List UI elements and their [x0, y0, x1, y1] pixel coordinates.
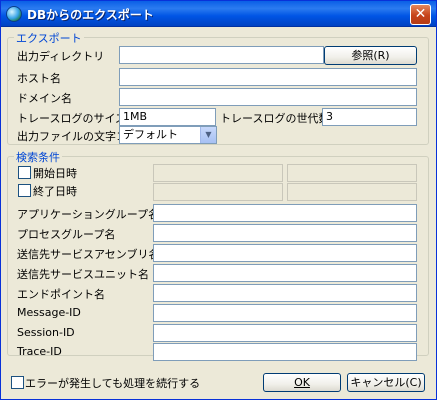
output-dir-label: 出力ディレクトリ: [17, 50, 105, 63]
cancel-button[interactable]: キャンセル(C): [347, 373, 425, 392]
close-button[interactable]: ✕: [410, 4, 431, 25]
start-date-field: [153, 164, 283, 182]
chevron-down-icon[interactable]: ▼: [200, 127, 216, 143]
end-datetime-checkbox[interactable]: [18, 184, 31, 197]
trace-size-label: トレースログのサイズ: [17, 112, 127, 125]
export-group-legend: エクスポート: [14, 30, 84, 46]
message-id-field[interactable]: [153, 304, 417, 322]
domain-label: ドメイン名: [17, 92, 72, 105]
service-assembly-field[interactable]: [153, 244, 417, 262]
browse-button[interactable]: 参照(R): [324, 46, 417, 65]
charset-value: デフォルト: [123, 128, 178, 141]
end-datetime-label: 終了日時: [33, 185, 77, 198]
end-date-field: [153, 183, 283, 201]
trace-gen-label: トレースログの世代数: [220, 112, 330, 125]
host-field[interactable]: [119, 68, 417, 86]
export-dialog: DBからのエクスポート ✕ エクスポート 出力ディレクトリ 参照(R) ホスト名…: [0, 0, 437, 400]
continue-on-error-label: エラーが発生しても処理を続行する: [25, 377, 201, 390]
charset-select[interactable]: デフォルト ▼: [119, 126, 217, 144]
trace-size-field[interactable]: 1MB: [119, 108, 216, 126]
output-dir-field[interactable]: [119, 46, 324, 64]
domain-field[interactable]: [119, 88, 417, 106]
service-assembly-label: 送信先サービスアセンブリ名: [17, 248, 160, 261]
window-title: DBからのエクスポート: [27, 8, 154, 22]
start-datetime-checkbox[interactable]: [18, 166, 31, 179]
start-datetime-label: 開始日時: [33, 167, 77, 180]
message-id-label: Message-ID: [17, 306, 81, 319]
service-unit-label: 送信先サービスユニット名: [17, 268, 149, 281]
ok-button-label: OK: [294, 376, 310, 389]
host-label: ホスト名: [17, 72, 61, 85]
trace-id-field[interactable]: [153, 343, 417, 361]
endpoint-field[interactable]: [153, 284, 417, 302]
title-bar[interactable]: DBからのエクスポート ✕: [1, 1, 436, 27]
export-group: エクスポート 出力ディレクトリ 参照(R) ホスト名 ドメイン名 トレースログの…: [7, 30, 429, 145]
process-group-field[interactable]: [153, 224, 417, 242]
end-time-field: [287, 183, 417, 201]
session-id-label: Session-ID: [17, 326, 75, 339]
close-icon: ✕: [414, 6, 427, 22]
app-group-label: アプリケーショングループ名: [17, 208, 160, 221]
cancel-button-label: キャンセル(C): [350, 376, 422, 389]
trace-gen-field[interactable]: 3: [322, 108, 417, 126]
service-unit-field[interactable]: [153, 264, 417, 282]
endpoint-label: エンドポイント名: [17, 288, 105, 301]
browse-button-label: 参照(R): [351, 49, 390, 62]
trace-id-label: Trace-ID: [17, 345, 62, 358]
start-time-field: [287, 164, 417, 182]
app-group-field[interactable]: [153, 204, 417, 222]
globe-icon: [6, 6, 22, 22]
search-conditions-group: 検索条件 開始日時 終了日時 アプリケーショングループ名 プロセスグループ名 送…: [7, 149, 429, 361]
process-group-label: プロセスグループ名: [17, 228, 116, 241]
session-id-field[interactable]: [153, 324, 417, 342]
search-group-legend: 検索条件: [14, 149, 62, 165]
continue-on-error-checkbox[interactable]: [11, 376, 24, 389]
ok-button[interactable]: OK: [263, 373, 341, 392]
